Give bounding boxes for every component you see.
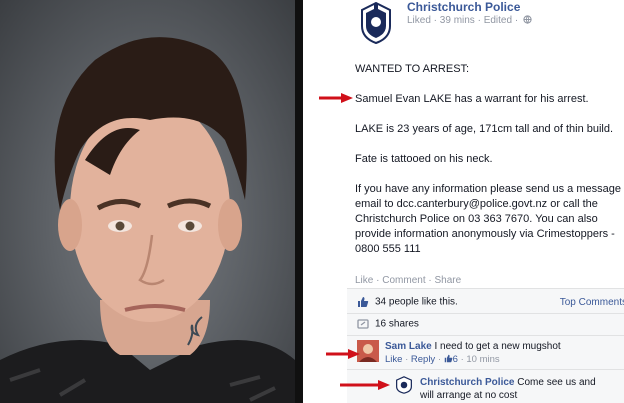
mugshot-illustration xyxy=(0,37,295,403)
reply-author[interactable]: Christchurch Police xyxy=(420,377,514,388)
reply-content: Christchurch Police Come see us and will… xyxy=(420,376,596,402)
avatar[interactable] xyxy=(357,340,379,362)
red-arrow-icon xyxy=(326,349,360,359)
red-arrow-icon xyxy=(319,93,353,103)
post-meta-text: Liked · 39 mins · Edited · xyxy=(407,15,519,26)
thumbs-up-icon xyxy=(358,297,369,307)
comment-content: Sam Lake I need to get a new mugshot Lik… xyxy=(385,340,561,366)
post-header: Christchurch Police Liked · 39 mins · Ed… xyxy=(303,0,624,48)
shares-count[interactable]: 16 shares xyxy=(375,319,419,330)
likes-count[interactable]: 34 people like this. xyxy=(375,297,458,308)
thumbs-up-icon xyxy=(444,354,453,363)
likes-row: 34 people like this. xyxy=(357,296,458,308)
mugshot-photo xyxy=(0,0,295,403)
shares-row: 16 shares xyxy=(357,318,419,330)
share-action[interactable]: Share xyxy=(435,275,462,286)
row-divider xyxy=(347,335,624,336)
contact-line: 0800 555 111 xyxy=(355,243,421,255)
reply-text-line2: will arrange at no cost xyxy=(420,390,518,401)
action-sep: · xyxy=(425,275,435,286)
post-heading: WANTED TO ARREST: xyxy=(355,63,470,75)
globe-icon xyxy=(523,15,532,24)
row-divider xyxy=(347,369,624,370)
contact-line: Christchurch Police on 03 363 7670. You … xyxy=(355,213,598,225)
post-line-warrant: Samuel Evan LAKE has a warrant for his a… xyxy=(355,93,589,105)
share-icon xyxy=(357,319,369,329)
comment-text: I need to get a new mugshot xyxy=(434,341,561,352)
action-sep: · xyxy=(373,275,383,286)
comment-time: 10 mins xyxy=(466,354,500,365)
post-meta: Liked · 39 mins · Edited · xyxy=(407,15,532,26)
reply-text: Come see us and xyxy=(517,377,596,388)
post-line-tattoo: Fate is tattooed on his neck. xyxy=(355,153,493,165)
comment-action[interactable]: Comment xyxy=(382,275,425,286)
comment-author[interactable]: Sam Lake xyxy=(385,341,432,352)
post-line-description: LAKE is 23 years of age, 171cm tall and … xyxy=(355,123,614,135)
red-arrow-icon xyxy=(340,380,390,390)
contact-line: provide information anonymously via Crim… xyxy=(355,228,615,240)
police-badge-icon[interactable] xyxy=(395,375,413,395)
facebook-post: Christchurch Police Liked · 39 mins · Ed… xyxy=(303,0,624,403)
panel-divider xyxy=(295,0,303,403)
row-divider xyxy=(347,313,624,314)
comment-meta: Like · Reply · 6 · 10 mins xyxy=(385,354,500,365)
post-body: WANTED TO ARREST: Samuel Evan LAKE has a… xyxy=(355,62,624,272)
post-actions: Like · Comment · Share xyxy=(355,275,461,286)
comment-reply-link[interactable]: Reply xyxy=(411,354,435,365)
comment-like-link[interactable]: Like xyxy=(385,354,402,365)
contact-line: If you have any information please send … xyxy=(355,183,621,195)
top-comments-toggle[interactable]: Top Comments xyxy=(560,297,624,308)
like-action[interactable]: Like xyxy=(355,275,373,286)
post-contact-paragraph: If you have any information please send … xyxy=(355,182,624,257)
comment-like-count: 6 xyxy=(452,354,458,365)
contact-line: email to dcc.canterbury@police.govt.nz o… xyxy=(355,198,598,210)
police-badge-icon xyxy=(361,2,391,44)
page-name-link[interactable]: Christchurch Police xyxy=(407,0,520,14)
